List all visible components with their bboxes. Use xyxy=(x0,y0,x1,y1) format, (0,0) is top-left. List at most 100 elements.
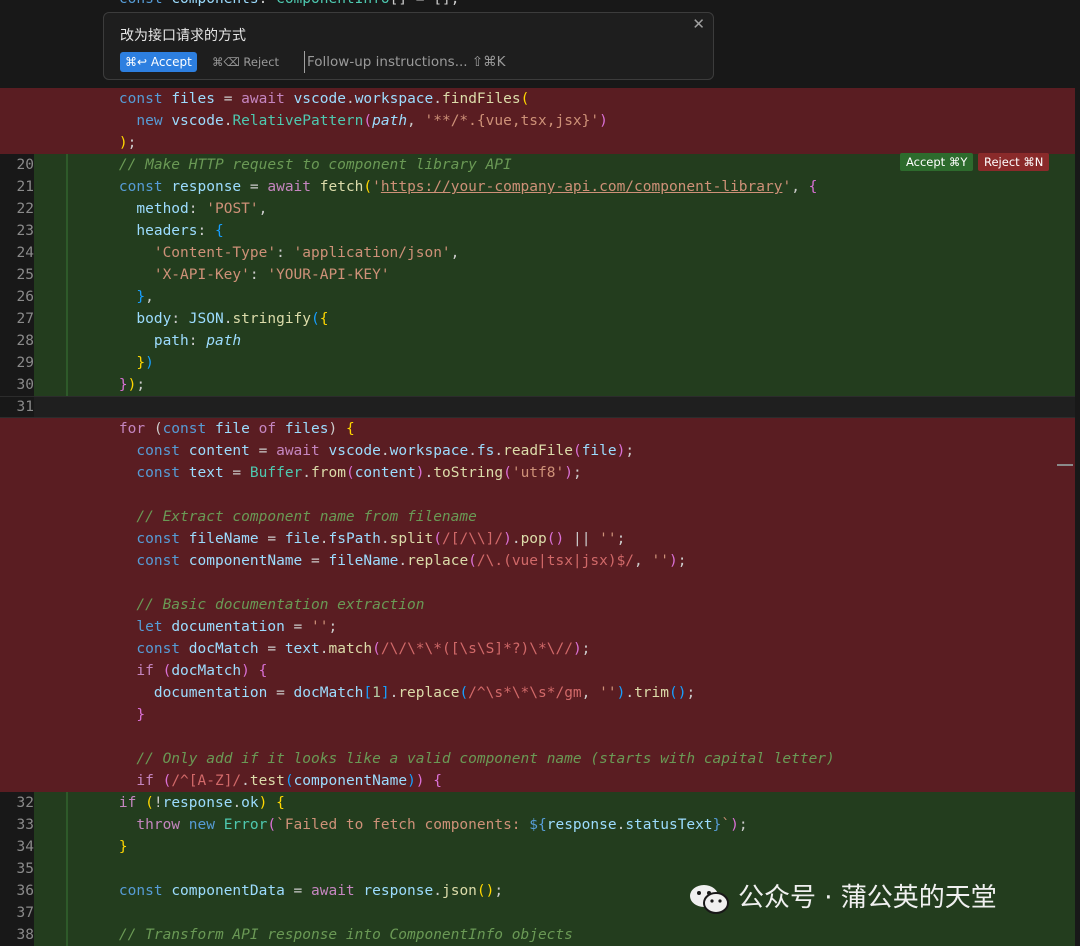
code-text: if (docMatch) { xyxy=(84,660,267,682)
deleted-code-line[interactable]: } xyxy=(0,704,1075,726)
deleted-code-line[interactable] xyxy=(0,572,1075,594)
code-token: { xyxy=(319,311,329,327)
inserted-code-line[interactable]: 38 // Transform API response into Compon… xyxy=(0,924,1075,946)
code-token: // Transform API response into Component… xyxy=(118,927,573,943)
code-token: , xyxy=(791,179,809,195)
followup-input[interactable] xyxy=(304,51,607,73)
inserted-code-line[interactable]: 22 method: 'POST', xyxy=(0,198,1075,220)
code-token: throw xyxy=(136,817,189,833)
diff-gutter-bar xyxy=(66,880,68,902)
inserted-code-line[interactable]: 25 'X-API-Key': 'YOUR-API-KEY' xyxy=(0,264,1075,286)
deleted-code-line[interactable]: ); xyxy=(0,132,1075,154)
scrollbar-marker[interactable] xyxy=(1057,464,1073,466)
inserted-code-line[interactable]: 23 headers: { xyxy=(0,220,1075,242)
code-token: /\/\*\*([\s\S]*?)\*\// xyxy=(380,641,573,657)
inserted-code-line[interactable]: 33 throw new Error(`Failed to fetch comp… xyxy=(0,814,1075,836)
code-text: const fileName = file.fsPath.split(/[/\\… xyxy=(84,528,625,550)
code-token: text xyxy=(284,641,320,657)
deleted-code-line[interactable]: if (/^[A-Z]/.test(componentName)) { xyxy=(0,770,1075,792)
code-token: 'POST' xyxy=(206,201,259,217)
current-code-line[interactable]: 31 xyxy=(0,396,1075,418)
deleted-code-line[interactable]: const files = await vscode.workspace.fin… xyxy=(0,88,1075,110)
code-token: = xyxy=(241,179,268,195)
code-token: 'utf8' xyxy=(511,465,565,481)
code-token: ; xyxy=(686,685,696,701)
code-token: const xyxy=(136,531,189,547)
deleted-code-line[interactable]: // Basic documentation extraction xyxy=(0,594,1075,616)
inserted-code-line[interactable]: 28 path: path xyxy=(0,330,1075,352)
inserted-code-line[interactable]: 24 'Content-Type': 'application/json', xyxy=(0,242,1075,264)
code-token: fetch xyxy=(319,179,364,195)
deleted-code-line[interactable]: if (docMatch) { xyxy=(0,660,1075,682)
close-icon[interactable]: ✕ xyxy=(692,15,705,33)
code-token: ( xyxy=(669,685,678,701)
code-token: `Failed to fetch components: xyxy=(276,817,530,833)
code-token: ) xyxy=(555,531,565,547)
deleted-code-line[interactable]: const docMatch = text.match(/\/\*\*([\s\… xyxy=(0,638,1075,660)
deleted-code-line[interactable] xyxy=(0,484,1075,506)
code-token: // Basic documentation extraction xyxy=(136,597,425,613)
code-token: for xyxy=(118,421,154,437)
code-token: ( xyxy=(311,311,320,327)
code-token: ; xyxy=(677,553,687,569)
code-token: // Extract component name from filename xyxy=(136,509,477,525)
reject-button[interactable]: ⌘⌫ Reject xyxy=(212,52,279,72)
code-editor[interactable]: const components: ComponentInfo[] = []; … xyxy=(0,0,1080,946)
inserted-code-line[interactable]: 21 const response = await fetch('https:/… xyxy=(0,176,1075,198)
code-token: json xyxy=(441,883,477,899)
hunk-accept-button[interactable]: Accept ⌘Y xyxy=(900,153,974,171)
code-token: split xyxy=(389,531,434,547)
code-token: match xyxy=(328,641,373,657)
deleted-code-line[interactable]: const componentName = fileName.replace(/… xyxy=(0,550,1075,572)
code-token: : xyxy=(276,245,294,261)
deleted-code-line[interactable]: const text = Buffer.from(content).toStri… xyxy=(0,462,1075,484)
inserted-code-line[interactable]: 27 body: JSON.stringify({ xyxy=(0,308,1075,330)
inserted-code-line[interactable]: 35 xyxy=(0,858,1075,880)
code-token: { xyxy=(808,179,818,195)
deleted-code-line[interactable] xyxy=(0,726,1075,748)
code-token: = xyxy=(214,91,242,107)
deleted-code-line[interactable]: let documentation = ''; xyxy=(0,616,1075,638)
line-number: 28 xyxy=(0,330,34,352)
inserted-code-line[interactable]: 34 } xyxy=(0,836,1075,858)
deleted-code-line[interactable]: const content = await vscode.workspace.f… xyxy=(0,440,1075,462)
code-text: // Basic documentation extraction xyxy=(84,594,424,616)
code-token: . xyxy=(345,91,355,107)
hunk-reject-button[interactable]: Reject ⌘N xyxy=(978,153,1050,171)
deleted-code-line[interactable]: const fileName = file.fsPath.split(/[/\\… xyxy=(0,528,1075,550)
diff-gutter-bar xyxy=(66,814,68,836)
inserted-code-line[interactable]: 26 }, xyxy=(0,286,1075,308)
accept-button[interactable]: ⌘↩ Accept xyxy=(120,52,197,72)
code-text: if (!response.ok) { xyxy=(84,792,285,814)
code-token: , xyxy=(450,245,460,261)
code-token: { xyxy=(424,773,442,789)
deleted-code-line[interactable]: // Extract component name from filename xyxy=(0,506,1075,528)
code-token: = xyxy=(284,619,312,635)
code-token: const xyxy=(136,641,189,657)
inserted-code-line[interactable]: 29 }) xyxy=(0,352,1075,374)
code-text: // Transform API response into Component… xyxy=(84,924,573,946)
deleted-code-line[interactable]: for (const file of files) { xyxy=(0,418,1075,440)
code-token: . xyxy=(380,531,390,547)
code-token: ; xyxy=(572,465,582,481)
code-token: { xyxy=(258,663,268,679)
code-token: const xyxy=(118,179,172,195)
code-text: }) xyxy=(84,352,153,374)
code-token: content xyxy=(354,465,416,481)
code-token: toString xyxy=(433,465,504,481)
inserted-code-line[interactable]: 30 }); xyxy=(0,374,1075,396)
code-token: if xyxy=(136,773,163,789)
code-token: files xyxy=(284,421,329,437)
code-token: ; xyxy=(625,443,635,459)
deleted-code-line[interactable]: // Only add if it looks like a valid com… xyxy=(0,748,1075,770)
deleted-code-line[interactable]: documentation = docMatch[1].replace(/^\s… xyxy=(0,682,1075,704)
code-token: ; xyxy=(127,135,137,151)
code-token: = xyxy=(267,685,294,701)
deleted-code-line[interactable]: new vscode.RelativePattern(path, '**/*.{… xyxy=(0,110,1075,132)
inserted-code-line[interactable]: 32 if (!response.ok) { xyxy=(0,792,1075,814)
code-token: response xyxy=(546,817,617,833)
